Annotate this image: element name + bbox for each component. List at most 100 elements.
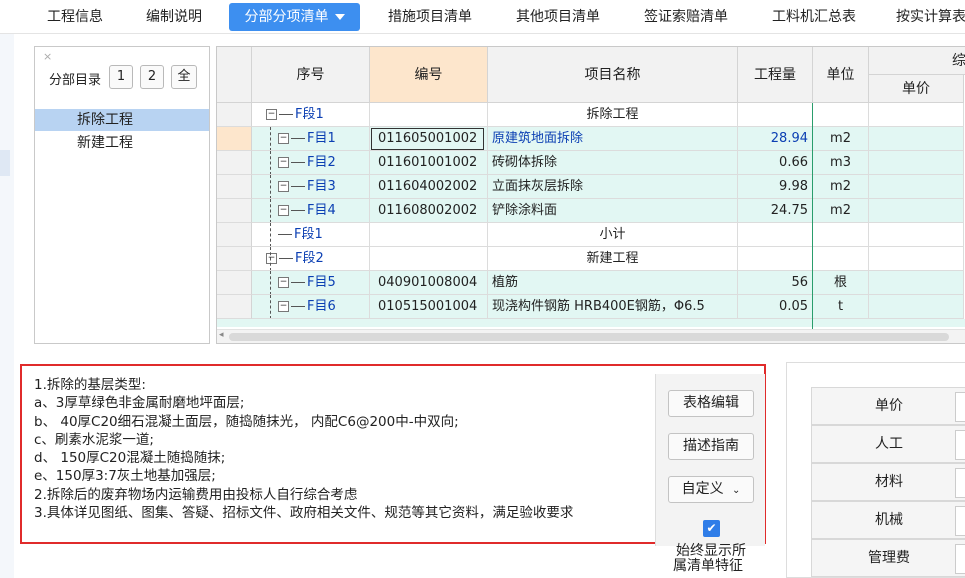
summary-input[interactable] [955, 430, 965, 460]
table-row[interactable]: − F目5 040901008004 植筋 56 根 [217, 271, 965, 295]
cell-name[interactable]: 立面抹灰层拆除 [488, 175, 738, 199]
table-row-partial[interactable] [217, 319, 965, 327]
cell-name[interactable]: 植筋 [488, 271, 738, 295]
cell-seq[interactable]: − F目1 [252, 127, 370, 151]
directory-item-new-build[interactable]: 新建工程 [35, 132, 209, 154]
summary-input[interactable] [955, 544, 965, 574]
collapse-icon[interactable]: − [266, 253, 277, 264]
row-number-cell[interactable] [217, 175, 252, 199]
collapse-icon[interactable]: − [278, 301, 289, 312]
collapse-icon[interactable]: − [278, 157, 289, 168]
summary-input[interactable] [955, 506, 965, 536]
cell-seq[interactable]: − F目5 [252, 271, 370, 295]
cell-seq[interactable]: − F目4 [252, 199, 370, 223]
tab-measure-list[interactable]: 措施项目清单 [372, 3, 488, 31]
cell-code[interactable]: 040901008004 [370, 271, 488, 295]
row-number-cell[interactable] [217, 127, 252, 151]
row-number-cell[interactable] [217, 295, 252, 319]
cell-qty[interactable]: 0.66 [738, 151, 813, 175]
col-header-quantity[interactable]: 工程量 [738, 47, 813, 103]
cell-name[interactable]: 现浇构件钢筋 HRB400E钢筋，Φ6.5 [488, 295, 738, 319]
collapse-icon[interactable]: − [278, 133, 289, 144]
cell-code[interactable]: 011601001002 [370, 151, 488, 175]
custom-dropdown-button[interactable]: 自定义 ⌄ [668, 476, 754, 503]
cell-seq[interactable]: F段1 [252, 223, 370, 247]
col-header-unit[interactable]: 单位 [813, 47, 869, 103]
cell-unit[interactable]: t [813, 295, 869, 319]
cell-name[interactable]: 小计 [488, 223, 738, 247]
cell-unit[interactable]: m3 [813, 151, 869, 175]
cell-qty[interactable]: 0.05 [738, 295, 813, 319]
cell-unit[interactable] [813, 247, 869, 271]
tab-actual-calc[interactable]: 按实计算表 [884, 3, 965, 31]
cell-seq[interactable]: − F目3 [252, 175, 370, 199]
cell-code[interactable] [370, 103, 488, 127]
cell-unit[interactable] [813, 103, 869, 127]
cell-name[interactable]: 砖砌体拆除 [488, 151, 738, 175]
table-row[interactable]: − F目3 011604002002 立面抹灰层拆除 9.98 m2 [217, 175, 965, 199]
col-header-code[interactable]: 编号 [370, 47, 488, 103]
tab-sub-item-list[interactable]: 分部分项清单 [229, 3, 360, 31]
cell-price[interactable] [869, 271, 964, 295]
tab-project-info[interactable]: 工程信息 [30, 3, 120, 31]
cell-seq[interactable]: − F目6 [252, 295, 370, 319]
tab-compile-notes[interactable]: 编制说明 [130, 3, 218, 31]
row-number-cell[interactable] [217, 247, 252, 271]
cell-qty[interactable]: 24.75 [738, 199, 813, 223]
table-row[interactable]: F段1 小计 [217, 223, 965, 247]
row-number-cell[interactable] [217, 103, 252, 127]
cell-unit[interactable]: 根 [813, 271, 869, 295]
show-all-button[interactable]: 全 [171, 65, 197, 89]
cell-qty[interactable]: 28.94 [738, 127, 813, 151]
table-edit-button[interactable]: 表格编辑 [668, 390, 754, 417]
cell-qty[interactable] [738, 223, 813, 247]
cell-code[interactable]: 011608002002 [370, 199, 488, 223]
cell-unit[interactable]: m2 [813, 127, 869, 151]
cell-seq[interactable]: − F段1 [252, 103, 370, 127]
cell-price[interactable] [869, 127, 964, 151]
cell-price[interactable] [869, 175, 964, 199]
summary-input[interactable] [955, 468, 965, 498]
tab-other-list[interactable]: 其他项目清单 [500, 3, 616, 31]
summary-input[interactable] [955, 392, 965, 422]
description-guide-button[interactable]: 描述指南 [668, 433, 754, 460]
scroll-left-icon[interactable]: ◂ [219, 330, 224, 340]
cell-price[interactable] [869, 247, 964, 271]
feature-description-text[interactable]: 1.拆除的基层类型: a、3厚草绿色非金属耐磨地坪面层; b、 40厚C20细石混凝… [34, 376, 654, 522]
cell-price[interactable] [869, 151, 964, 175]
cell-price[interactable] [869, 295, 964, 319]
row-number-cell[interactable] [217, 199, 252, 223]
always-show-checkbox[interactable]: ✔ [703, 520, 720, 537]
col-header-composite[interactable]: 综 [869, 47, 965, 75]
cell-unit[interactable]: m2 [813, 175, 869, 199]
row-number-cell[interactable] [217, 223, 252, 247]
scrollbar-thumb[interactable] [229, 333, 949, 341]
cell-seq[interactable]: − F目2 [252, 151, 370, 175]
table-row[interactable]: − F段1 拆除工程 [217, 103, 965, 127]
tab-material-summary[interactable]: 工料机汇总表 [756, 3, 872, 31]
table-row[interactable]: − F段2 新建工程 [217, 247, 965, 271]
directory-item-demolition[interactable]: 拆除工程 [35, 109, 209, 131]
cell-code[interactable]: 011604002002 [370, 175, 488, 199]
close-icon[interactable]: × [43, 50, 52, 63]
cell-qty[interactable] [738, 103, 813, 127]
cell-name[interactable]: 原建筑地面拆除 [488, 127, 738, 151]
col-header-unit-price[interactable]: 单价 [869, 75, 964, 103]
row-number-cell[interactable] [217, 151, 252, 175]
cell-name[interactable]: 拆除工程 [488, 103, 738, 127]
table-row[interactable]: − F目2 011601001002 砖砌体拆除 0.66 m3 [217, 151, 965, 175]
level-1-button[interactable]: 1 [109, 65, 133, 89]
cell-name[interactable]: 铲除涂料面 [488, 199, 738, 223]
cell-name[interactable]: 新建工程 [488, 247, 738, 271]
cell-qty[interactable]: 9.98 [738, 175, 813, 199]
horizontal-scrollbar[interactable]: ◂ [217, 329, 965, 343]
cell-qty[interactable] [738, 247, 813, 271]
cell-code[interactable] [370, 223, 488, 247]
cell-seq[interactable]: − F段2 [252, 247, 370, 271]
col-header-name[interactable]: 项目名称 [488, 47, 738, 103]
level-2-button[interactable]: 2 [140, 65, 164, 89]
table-row[interactable]: − F目1 011605001002 原建筑地面拆除 28.94 m2 [217, 127, 965, 151]
collapse-icon[interactable]: − [278, 277, 289, 288]
cell-price[interactable] [869, 199, 964, 223]
cell-price[interactable] [869, 103, 964, 127]
